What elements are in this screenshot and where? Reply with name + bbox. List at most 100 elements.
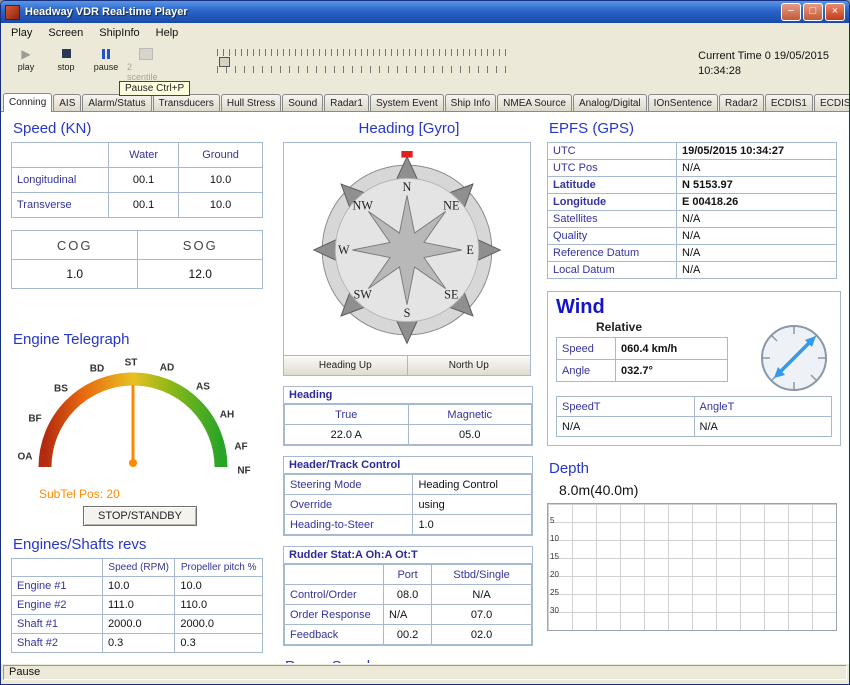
engine2-label: Engine #2 <box>12 596 103 615</box>
table-row: 1.0 12.0 <box>12 260 263 289</box>
table-row: Angle 032.7° <box>557 360 728 382</box>
menu-screen[interactable]: Screen <box>40 25 91 41</box>
pause-button[interactable]: pause <box>87 44 125 74</box>
depth-value: 8.0m(40.0m) <box>559 482 841 498</box>
depth-graph: 5 10 15 20 25 30 <box>547 503 837 631</box>
speed-longitudinal-label: Longitudinal <box>12 168 109 193</box>
tab-system-event[interactable]: System Event <box>370 94 444 111</box>
tab-radar2[interactable]: Radar2 <box>719 94 764 111</box>
table-row: Satellites N/A <box>548 211 837 228</box>
time-slider[interactable] <box>217 49 507 73</box>
order-response-label: Order Response <box>285 605 384 625</box>
window-controls: − □ × <box>781 3 845 21</box>
wind-angle-value: 032.7° <box>616 360 728 382</box>
feedback-stbd: 02.0 <box>432 625 532 645</box>
override-value: using <box>413 495 532 515</box>
pause-tooltip: Pause Ctrl+P <box>119 81 190 96</box>
wind-anglet-value: N/A <box>694 417 832 437</box>
telegraph-label-bf: BF <box>28 414 41 425</box>
right-column: EPFS (GPS) UTC 19/05/2015 10:34:27 UTC P… <box>547 120 841 655</box>
tab-sound[interactable]: Sound <box>282 94 323 111</box>
tab-radar1[interactable]: Radar1 <box>324 94 369 111</box>
north-up-button[interactable]: North Up <box>408 356 531 375</box>
table-row: Shaft #2 0.3 0.3 <box>12 634 263 653</box>
maximize-button[interactable]: □ <box>803 3 823 21</box>
heading-up-button[interactable]: Heading Up <box>284 356 408 375</box>
tab-transducers[interactable]: Transducers <box>153 94 220 111</box>
tab-ecdis2[interactable]: ECDIS2 <box>814 94 850 111</box>
stop-standby-button[interactable]: STOP/STANDBY <box>83 506 197 526</box>
table-row: Longitudinal 00.1 10.0 <box>12 168 263 193</box>
order-response-stbd: 07.0 <box>432 605 532 625</box>
compass-point-nw: NW <box>352 199 373 213</box>
compass-point-w: W <box>338 243 350 257</box>
telegraph-label-st: ST <box>125 358 138 369</box>
tab-ais[interactable]: AIS <box>53 94 81 111</box>
wind-true-table: SpeedT AngleT N/A N/A <box>556 396 832 437</box>
slider-thumb[interactable] <box>219 57 230 67</box>
titlebar[interactable]: Headway VDR Real-time Player − □ × <box>1 1 849 23</box>
override-label: Override <box>285 495 413 515</box>
table-row: Override using <box>285 495 532 515</box>
tab-ship-info[interactable]: Ship Info <box>445 94 496 111</box>
track-control-panel: Header/Track Control Steering Mode Headi… <box>283 456 533 536</box>
stop-button[interactable]: stop <box>47 44 85 74</box>
speed-transverse-water: 00.1 <box>109 193 179 218</box>
engine-telegraph-title: Engine Telegraph <box>13 331 269 348</box>
rudder-panel: Rudder Stat:A Oh:A Ot:T Port Stbd/Single… <box>283 546 533 646</box>
sog-label: SOG <box>138 231 263 260</box>
table-row: UTC 19/05/2015 10:34:27 <box>548 143 837 160</box>
compass-panel: N NE E SE S SW W NW Heading Up North Up <box>283 142 531 376</box>
tab-alarm-status[interactable]: Alarm/Status <box>82 94 151 111</box>
stop-label: stop <box>57 62 74 72</box>
depth-axis-15: 15 <box>550 552 559 561</box>
tab-ionsentence[interactable]: IOnSentence <box>648 94 718 111</box>
satellites-value: N/A <box>677 211 837 228</box>
wind-anglet-label: AngleT <box>694 397 832 417</box>
rudder-col-port: Port <box>384 565 432 585</box>
tab-conning[interactable]: Conning <box>3 93 52 112</box>
shaft1-pitch: 2000.0 <box>175 615 263 634</box>
minimize-button[interactable]: − <box>781 3 801 21</box>
heading-true-value: 22.0 A <box>285 425 409 445</box>
menu-play[interactable]: Play <box>3 25 40 41</box>
order-response-port: N/A <box>384 605 432 625</box>
depth-axis-30: 30 <box>550 606 559 615</box>
wind-speed-value: 060.4 km/h <box>616 338 728 360</box>
menu-bar: Play Screen ShipInfo Help <box>1 23 849 42</box>
compass-point-ne: NE <box>443 199 459 213</box>
engine1-label: Engine #1 <box>12 577 103 596</box>
close-button[interactable]: × <box>825 3 845 21</box>
table-row: Speed 060.4 km/h <box>557 338 728 360</box>
control-order-stbd: N/A <box>432 585 532 605</box>
telegraph-label-oa: OA <box>18 452 33 463</box>
quality-label: Quality <box>548 228 677 245</box>
menu-help[interactable]: Help <box>148 25 187 41</box>
speed-longitudinal-ground: 10.0 <box>179 168 263 193</box>
rudder-table: Port Stbd/Single Control/Order 08.0 N/A … <box>284 564 532 645</box>
engine1-pitch: 10.0 <box>175 577 263 596</box>
epfs-panel-title: EPFS (GPS) <box>549 120 841 137</box>
slider-track[interactable] <box>217 56 507 66</box>
tab-ecdis1[interactable]: ECDIS1 <box>765 94 813 111</box>
menu-shipinfo[interactable]: ShipInfo <box>91 25 147 41</box>
heading-col-magnetic: Magnetic <box>408 405 532 425</box>
tab-hull-stress[interactable]: Hull Stress <box>221 94 281 111</box>
shaft2-pitch: 0.3 <box>175 634 263 653</box>
track-control-title: Header/Track Control <box>284 457 532 474</box>
scentile-label: 2 scentile <box>127 62 165 82</box>
tab-nmea-source[interactable]: NMEA Source <box>497 94 572 111</box>
cog-label: COG <box>12 231 138 260</box>
play-button[interactable]: ▶ play <box>7 44 45 74</box>
app-icon <box>5 5 20 20</box>
pause-label: pause <box>94 62 119 72</box>
heading-to-steer-label: Heading-to-Steer <box>285 515 413 535</box>
table-row: Longitude E 00418.26 <box>548 194 837 211</box>
compass-rose: N NE E SE S SW W NW <box>308 151 506 349</box>
depth-axis-5: 5 <box>550 516 554 525</box>
reference-datum-label: Reference Datum <box>548 245 677 262</box>
track-control-table: Steering Mode Heading Control Override u… <box>284 474 532 535</box>
compass-point-s: S <box>404 306 411 320</box>
table-row: COG SOG <box>12 231 263 260</box>
tab-analog-digital[interactable]: Analog/Digital <box>573 94 647 111</box>
